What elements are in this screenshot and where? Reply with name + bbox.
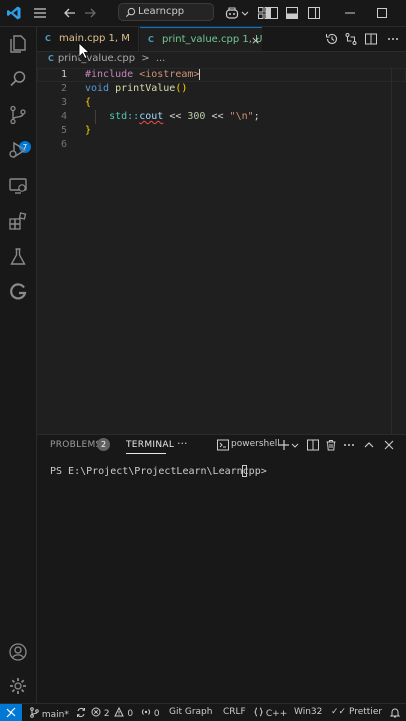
- source-control-icon[interactable]: [7, 104, 29, 126]
- settings-gear-icon[interactable]: [7, 675, 29, 697]
- line-number: 5: [60, 125, 67, 136]
- ports-status-item[interactable]: 0: [141, 707, 160, 719]
- tab-label: main.cpp 1, M: [59, 33, 130, 44]
- code-editor[interactable]: 1 2 3 4 5 6 #include <iostream> void pri…: [37, 68, 406, 434]
- cpp-file-icon: C: [48, 54, 54, 63]
- menu-icon[interactable]: [32, 5, 48, 21]
- panel-more-icon[interactable]: ···: [177, 437, 188, 450]
- status-bar: main* 2 0 0 Git Graph CRLF C++ Win32 ✓✓ …: [0, 703, 406, 721]
- line-number: 1: [60, 69, 67, 80]
- remote-icon: [6, 707, 16, 718]
- tab-problems[interactable]: PROBLEMS: [50, 440, 102, 450]
- code-line: #include <iostream>: [85, 69, 201, 80]
- toggle-sidebar-icon[interactable]: [264, 5, 280, 21]
- breadcrumb-more[interactable]: ...: [156, 53, 166, 64]
- line-number: 4: [60, 111, 67, 122]
- warning-icon: [114, 707, 125, 717]
- eol-selector[interactable]: CRLF: [223, 707, 246, 717]
- remote-indicator[interactable]: [0, 704, 22, 721]
- close-tab-icon[interactable]: ×: [251, 34, 260, 47]
- terminal-prompt[interactable]: PS E:\Project\ProjectLearn\Learncpp>: [50, 466, 267, 477]
- search-icon: [125, 7, 136, 18]
- chevron-down-icon[interactable]: [240, 5, 250, 21]
- forward-arrow-icon[interactable]: [82, 5, 98, 21]
- testing-icon[interactable]: [7, 246, 29, 268]
- add-terminal-icon[interactable]: [278, 439, 290, 451]
- search-icon[interactable]: [7, 68, 29, 90]
- cpp-file-icon: C: [148, 35, 154, 44]
- terminal-icon: [217, 439, 229, 451]
- braces-icon: [254, 707, 263, 717]
- back-arrow-icon[interactable]: [62, 5, 78, 21]
- chevron-down-icon[interactable]: [291, 439, 299, 451]
- prettier-item[interactable]: ✓✓ Prettier: [331, 707, 382, 717]
- sync-icon[interactable]: [76, 707, 86, 718]
- git-branch-icon: [30, 707, 39, 718]
- code-line: }: [85, 125, 92, 136]
- search-text: Learncpp: [138, 6, 185, 17]
- toggle-secondary-sidebar-icon[interactable]: [306, 5, 322, 21]
- notifications-bell-icon[interactable]: [390, 707, 400, 718]
- tab-terminal[interactable]: TERMINAL: [126, 440, 174, 450]
- timeline-history-icon[interactable]: [325, 32, 339, 46]
- more-actions-icon[interactable]: [343, 439, 355, 451]
- remote-explorer-icon[interactable]: [7, 175, 29, 197]
- title-bar: Learncpp: [0, 0, 406, 27]
- problems-status-item[interactable]: 2 0: [91, 707, 133, 719]
- toggle-panel-icon[interactable]: [284, 5, 300, 21]
- maximize-icon[interactable]: [374, 5, 390, 21]
- mouse-cursor-icon: [78, 42, 90, 60]
- extensions-icon[interactable]: [7, 210, 29, 232]
- code-line: void printValue(): [85, 83, 188, 94]
- active-tab-indicator: [126, 453, 166, 454]
- line-number: 6: [60, 139, 67, 150]
- terminal-cursor: [242, 465, 247, 477]
- explorer-icon[interactable]: [7, 33, 29, 55]
- split-editor-icon[interactable]: [364, 32, 378, 46]
- account-icon[interactable]: [7, 641, 29, 663]
- check-double-icon: ✓✓: [331, 707, 347, 717]
- cpp-file-icon: C: [45, 34, 51, 43]
- tab-label: print_value.cpp 1, U: [162, 34, 263, 45]
- editor-tab-bar: C main.cpp 1, M C print_value.cpp 1, U ×: [37, 27, 406, 52]
- breadcrumb-separator: >: [141, 53, 150, 64]
- breadcrumb[interactable]: Cprint_value.cpp > ...: [48, 53, 165, 67]
- error-icon: [91, 707, 101, 717]
- activity-bar: 7: [0, 27, 37, 703]
- code-line: std::cout << 300 << "\n";: [109, 111, 260, 122]
- branch-item[interactable]: main*: [30, 707, 69, 720]
- tab-print-value-cpp[interactable]: C print_value.cpp 1, U ×: [140, 27, 262, 51]
- bottom-panel: PROBLEMS 2 TERMINAL ··· powershell PS E:…: [37, 434, 406, 704]
- compare-changes-icon[interactable]: [344, 32, 358, 46]
- more-actions-icon[interactable]: [386, 32, 400, 46]
- git-graph-button[interactable]: Git Graph: [169, 707, 212, 717]
- run-debug-icon[interactable]: [7, 139, 29, 161]
- command-center-search[interactable]: Learncpp: [118, 3, 214, 21]
- code-line: {: [85, 97, 92, 108]
- copilot-icon[interactable]: [224, 5, 240, 21]
- maximize-panel-icon[interactable]: [363, 439, 375, 451]
- radio-tower-icon: [141, 709, 151, 715]
- gitlens-icon[interactable]: [7, 281, 29, 303]
- platform-selector[interactable]: Win32: [294, 707, 322, 717]
- language-mode-item[interactable]: C++: [254, 707, 287, 719]
- trash-icon[interactable]: [325, 439, 337, 451]
- line-number: 2: [60, 83, 67, 94]
- line-number: 3: [60, 97, 67, 108]
- vscode-logo-icon[interactable]: [6, 5, 22, 21]
- close-panel-icon[interactable]: [383, 439, 395, 451]
- problems-count-badge: 2: [97, 438, 110, 451]
- minimize-icon[interactable]: [342, 5, 358, 21]
- breadcrumb-file[interactable]: print_value.cpp: [58, 53, 135, 64]
- editor-scrollbar[interactable]: [391, 68, 406, 434]
- terminal-shell-label[interactable]: powershell: [231, 439, 280, 449]
- split-terminal-icon[interactable]: [307, 439, 319, 451]
